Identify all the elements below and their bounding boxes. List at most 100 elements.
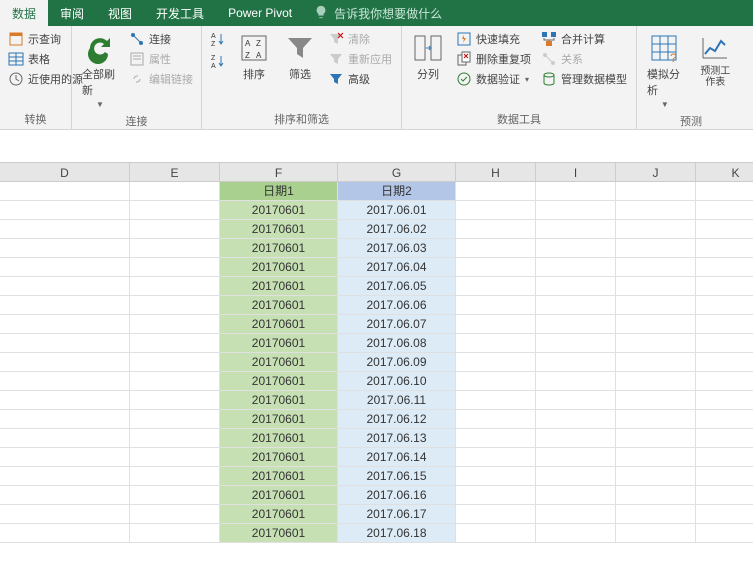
cell[interactable]	[130, 448, 220, 467]
col-header-H[interactable]: H	[456, 163, 536, 181]
cell[interactable]	[456, 467, 536, 486]
cell[interactable]	[616, 182, 696, 201]
text-to-columns-button[interactable]: 分列	[408, 30, 448, 84]
col-header-D[interactable]: D	[0, 163, 130, 181]
cell[interactable]	[536, 372, 616, 391]
cell[interactable]: 20170601	[220, 505, 338, 524]
cell[interactable]: 2017.06.18	[338, 524, 456, 543]
cell[interactable]	[456, 201, 536, 220]
cell[interactable]	[0, 429, 130, 448]
cell[interactable]	[456, 505, 536, 524]
cell[interactable]	[130, 315, 220, 334]
cell[interactable]	[0, 524, 130, 543]
cell[interactable]	[536, 220, 616, 239]
cell[interactable]	[130, 372, 220, 391]
clear-filter-button[interactable]: 清除	[326, 30, 394, 48]
cell[interactable]	[130, 258, 220, 277]
cell[interactable]: 20170601	[220, 429, 338, 448]
cell[interactable]	[130, 429, 220, 448]
sort-button[interactable]: AZZA 排序	[234, 30, 274, 84]
consolidate-button[interactable]: 合并计算	[539, 30, 629, 48]
cell[interactable]	[536, 353, 616, 372]
cell[interactable]	[456, 239, 536, 258]
cell[interactable]	[130, 486, 220, 505]
cell[interactable]: 2017.06.02	[338, 220, 456, 239]
cell[interactable]	[456, 391, 536, 410]
cell[interactable]	[616, 486, 696, 505]
cell[interactable]	[456, 296, 536, 315]
cell[interactable]	[696, 486, 753, 505]
cell[interactable]	[696, 334, 753, 353]
flash-fill-button[interactable]: 快速填充	[454, 30, 533, 48]
cell[interactable]	[0, 258, 130, 277]
cell[interactable]	[130, 410, 220, 429]
cell[interactable]	[696, 505, 753, 524]
cell[interactable]	[616, 524, 696, 543]
cell[interactable]	[130, 505, 220, 524]
cell[interactable]	[616, 429, 696, 448]
cell[interactable]	[456, 277, 536, 296]
tell-me-search[interactable]: 告诉我你想要做什么	[304, 0, 452, 26]
cell[interactable]: 2017.06.10	[338, 372, 456, 391]
cell[interactable]: 20170601	[220, 239, 338, 258]
sort-asc-button[interactable]: AZ	[208, 30, 228, 48]
cell[interactable]	[616, 467, 696, 486]
cell[interactable]: 20170601	[220, 334, 338, 353]
col-header-G[interactable]: G	[338, 163, 456, 181]
cell[interactable]	[696, 315, 753, 334]
cell[interactable]	[616, 220, 696, 239]
cell[interactable]: 2017.06.16	[338, 486, 456, 505]
col-header-E[interactable]: E	[130, 163, 220, 181]
cell[interactable]	[616, 391, 696, 410]
cell[interactable]: 20170601	[220, 448, 338, 467]
cell[interactable]	[130, 201, 220, 220]
cell[interactable]: 20170601	[220, 353, 338, 372]
cell[interactable]: 2017.06.08	[338, 334, 456, 353]
cell[interactable]: 2017.06.15	[338, 467, 456, 486]
cell[interactable]	[0, 486, 130, 505]
properties-button[interactable]: 属性	[127, 50, 195, 68]
cell[interactable]	[456, 410, 536, 429]
col-header-F[interactable]: F	[220, 163, 338, 181]
cell[interactable]	[616, 372, 696, 391]
cell[interactable]	[0, 182, 130, 201]
cell[interactable]: 2017.06.12	[338, 410, 456, 429]
cell[interactable]	[130, 334, 220, 353]
cell[interactable]	[456, 334, 536, 353]
tab-power-pivot[interactable]: Power Pivot	[216, 0, 304, 26]
cell[interactable]	[130, 353, 220, 372]
cell[interactable]	[616, 315, 696, 334]
cell[interactable]	[536, 524, 616, 543]
cell[interactable]	[696, 467, 753, 486]
cell[interactable]: 20170601	[220, 277, 338, 296]
cell[interactable]	[456, 258, 536, 277]
col-header-K[interactable]: K	[696, 163, 753, 181]
cell[interactable]: 20170601	[220, 372, 338, 391]
cell[interactable]	[616, 277, 696, 296]
connections-button[interactable]: 连接	[127, 30, 195, 48]
cell[interactable]	[536, 258, 616, 277]
cell[interactable]: 2017.06.06	[338, 296, 456, 315]
cell[interactable]	[0, 372, 130, 391]
cell[interactable]	[536, 410, 616, 429]
cell[interactable]	[536, 277, 616, 296]
cell[interactable]: 20170601	[220, 467, 338, 486]
cell[interactable]	[536, 182, 616, 201]
cells-area[interactable]: 日期1日期2201706012017.06.01201706012017.06.…	[0, 182, 753, 543]
cell[interactable]	[536, 391, 616, 410]
cell[interactable]: 20170601	[220, 410, 338, 429]
cell[interactable]	[696, 410, 753, 429]
cell[interactable]	[130, 524, 220, 543]
cell[interactable]: 20170601	[220, 524, 338, 543]
cell[interactable]	[696, 372, 753, 391]
cell[interactable]	[130, 277, 220, 296]
worksheet[interactable]: D E F G H I J K 日期1日期2201706012017.06.01…	[0, 130, 753, 567]
tab-review[interactable]: 审阅	[48, 0, 96, 26]
cell[interactable]	[0, 239, 130, 258]
cell[interactable]	[696, 201, 753, 220]
cell[interactable]	[130, 239, 220, 258]
sort-desc-button[interactable]: ZA	[208, 52, 228, 70]
cell[interactable]	[0, 410, 130, 429]
forecast-sheet-button[interactable]: 预测工作表	[692, 30, 739, 90]
cell[interactable]: 2017.06.01	[338, 201, 456, 220]
